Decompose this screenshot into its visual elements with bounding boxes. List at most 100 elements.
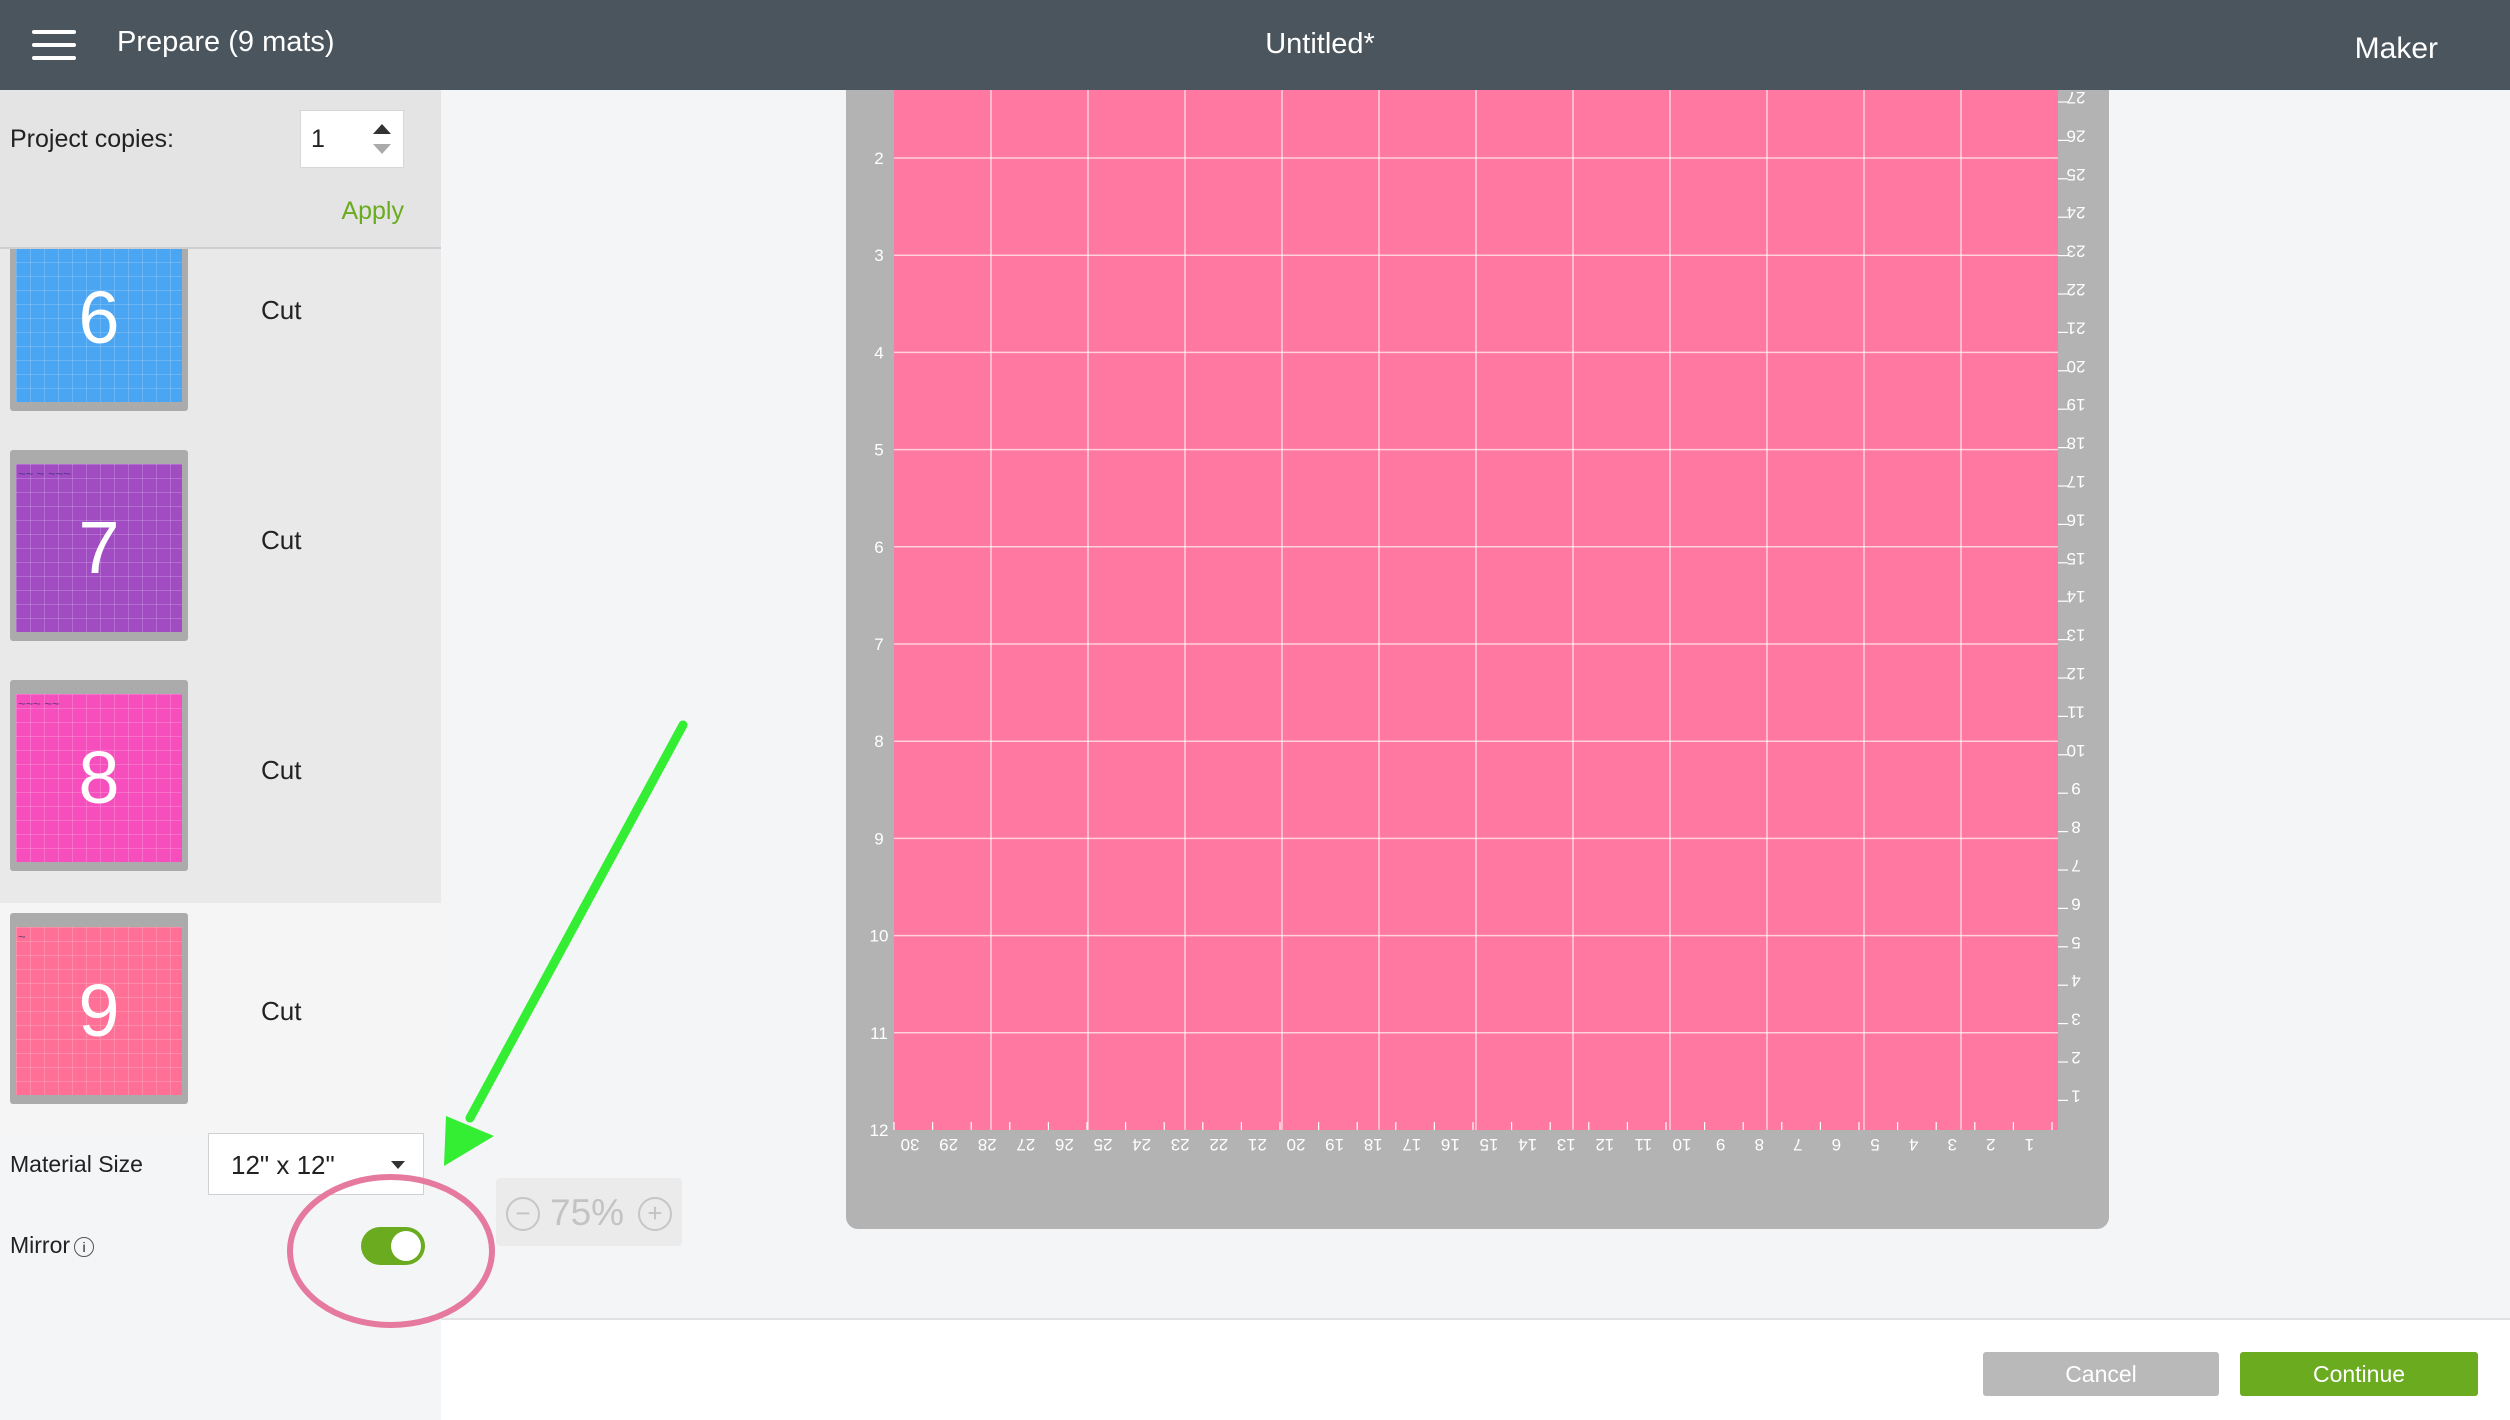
ruler-label-right: 16 — [2067, 510, 2086, 529]
ruler-label-right: 15 — [2067, 549, 2086, 568]
ruler-label-right: 13 — [2067, 626, 2086, 645]
ruler-label-bottom: 26 — [1055, 1135, 1074, 1154]
ruler-label-bottom: 19 — [1325, 1135, 1344, 1154]
ruler-label-left: 12 — [870, 1121, 889, 1140]
project-copies-stepper[interactable]: 1 — [300, 110, 404, 168]
ruler-label-right: 18 — [2067, 434, 2086, 453]
mat-action-label: Cut — [261, 525, 302, 555]
mat-number: 9 — [78, 969, 120, 1052]
info-icon[interactable]: i — [74, 1237, 95, 1257]
ruler-label-bottom: 10 — [1673, 1135, 1692, 1154]
machine-selector[interactable]: Maker — [2355, 32, 2438, 66]
ruler-label-right: 4 — [2071, 971, 2080, 990]
ruler-label-bottom: 3 — [1947, 1135, 1956, 1154]
apply-button[interactable]: Apply — [341, 197, 404, 226]
increment-arrow-icon[interactable] — [373, 124, 391, 134]
cancel-button[interactable]: Cancel — [1983, 1352, 2219, 1396]
mat-action-label: Cut — [261, 755, 302, 785]
mat-list[interactable]: ~~~ ~~~ ~~ 6 Cut ~~ ~ ~~~ 7 Cut ~~~ ~~ 8… — [0, 249, 441, 903]
ruler-label-bottom: 18 — [1364, 1135, 1383, 1154]
ruler-label-right: 10 — [2067, 741, 2086, 760]
ruler-label-bottom: 25 — [1094, 1135, 1113, 1154]
mat-list-item[interactable]: ~~~ ~~ 8 Cut — [0, 659, 441, 889]
ruler-label-left: 4 — [874, 343, 883, 362]
annotation-arrowhead — [444, 1116, 494, 1166]
mat-thumbnail[interactable]: ~~ ~ ~~~ 7 — [10, 450, 188, 641]
ruler-label-right: 19 — [2067, 395, 2086, 414]
annotation-arrow-shaft — [465, 720, 688, 1123]
ruler-label-bottom: 14 — [1518, 1135, 1537, 1154]
ruler-label-right: 22 — [2067, 280, 2086, 299]
mat-list-item-selected[interactable]: ~ 9 Cut — [0, 903, 441, 1133]
ruler-label-left: 11 — [870, 1024, 888, 1043]
decrement-arrow-icon[interactable] — [373, 144, 391, 154]
ruler-label-right: 11 — [2067, 702, 2085, 721]
ruler-label-bottom: 8 — [1754, 1135, 1763, 1154]
project-copies-value[interactable]: 1 — [311, 125, 325, 154]
mat-number: 7 — [78, 506, 120, 589]
ruler-label-bottom: 17 — [1402, 1135, 1421, 1154]
zoom-in-icon[interactable]: + — [638, 1197, 672, 1231]
ruler-label-bottom: 2 — [1986, 1135, 1995, 1154]
ruler-label-right: 12 — [2067, 664, 2086, 683]
mirror-toggle[interactable] — [361, 1227, 425, 1265]
material-size-select[interactable]: 12" x 12" — [208, 1133, 424, 1195]
ruler-label-bottom: 11 — [1635, 1135, 1653, 1154]
chevron-down-icon — [391, 1161, 405, 1169]
mat-thumbnail[interactable]: ~ 9 — [10, 913, 188, 1104]
ruler-label-bottom: 30 — [901, 1135, 920, 1154]
mirror-label: Mirror i — [10, 1232, 95, 1259]
ruler-label-right: 26 — [2067, 126, 2086, 145]
ruler-label-left: 2 — [874, 149, 883, 168]
mat-thumbnail[interactable]: ~~~ ~~ 8 — [10, 680, 188, 871]
ruler-label-left: 6 — [874, 538, 883, 557]
ruler-label-bottom: 5 — [1870, 1135, 1879, 1154]
ruler-label-left: 10 — [870, 927, 889, 946]
ruler-label-right: 14 — [2067, 587, 2086, 606]
mat-preview-frame: 2 3 4 5 6 7 8 9 10 11 12 27 26 25 24 23 22 21 20 19 18 17 16 15… — [846, 90, 2109, 1229]
toggle-knob — [391, 1231, 421, 1261]
mat-action-label: Cut — [261, 996, 302, 1026]
ruler-label-right: 6 — [2071, 894, 2080, 913]
ruler-label-right: 1 — [2071, 1086, 2080, 1105]
zoom-out-icon[interactable]: − — [506, 1197, 540, 1231]
ruler-label-bottom: 23 — [1171, 1135, 1190, 1154]
top-bar: Prepare (9 mats) Untitled* Maker — [0, 0, 2510, 90]
material-size-value: 12" x 12" — [231, 1150, 335, 1180]
ruler-label-bottom: 27 — [1016, 1135, 1035, 1154]
mat-action-label: Cut — [261, 295, 302, 325]
mat-rulers: 2345678910111227262524232221201918171615… — [870, 90, 2086, 1154]
ruler-label-right: 24 — [2067, 203, 2086, 222]
ruler-label-bottom: 1 — [2025, 1135, 2034, 1154]
left-panel: Project copies: 1 Apply ~~~ ~~~ ~~ 6 Cut… — [0, 90, 441, 1418]
ruler-label-right: 9 — [2071, 779, 2080, 798]
mat-thumbnail[interactable]: ~~~ ~~~ ~~ 6 — [10, 249, 188, 411]
ruler-label-bottom: 12 — [1595, 1135, 1614, 1154]
ruler-label-right: 21 — [2067, 318, 2086, 337]
ruler-label-right: 3 — [2071, 1010, 2080, 1029]
ruler-label-left: 5 — [874, 441, 883, 460]
continue-button[interactable]: Continue — [2240, 1352, 2478, 1396]
mirror-label-text: Mirror — [10, 1232, 71, 1258]
ruler-label-right: 20 — [2067, 357, 2086, 376]
ruler-label-bottom: 7 — [1793, 1135, 1802, 1154]
project-copies-section: Project copies: 1 Apply — [0, 90, 441, 249]
ruler-label-bottom: 21 — [1248, 1135, 1267, 1154]
mat-list-item[interactable]: ~~~ ~~~ ~~ 6 Cut — [0, 249, 441, 429]
ruler-label-right: 5 — [2071, 933, 2080, 952]
ruler-label-right: 27 — [2067, 90, 2086, 107]
ruler-label-bottom: 16 — [1441, 1135, 1460, 1154]
ruler-label-bottom: 9 — [1716, 1135, 1725, 1154]
mat-list-item[interactable]: ~~ ~ ~~~ 7 Cut — [0, 429, 441, 659]
ruler-label-right: 8 — [2071, 818, 2080, 837]
material-size-label: Material Size — [10, 1151, 143, 1177]
ruler-label-bottom: 28 — [978, 1135, 997, 1154]
ruler-label-bottom: 4 — [1909, 1135, 1918, 1154]
mat-number: 6 — [78, 276, 120, 359]
document-title: Untitled* — [1265, 28, 1375, 60]
ruler-label-bottom: 20 — [1287, 1135, 1306, 1154]
mat-number: 8 — [78, 736, 120, 819]
ruler-label-right: 25 — [2067, 165, 2086, 184]
ruler-label-bottom: 15 — [1480, 1135, 1499, 1154]
ruler-label-right: 7 — [2071, 856, 2080, 875]
